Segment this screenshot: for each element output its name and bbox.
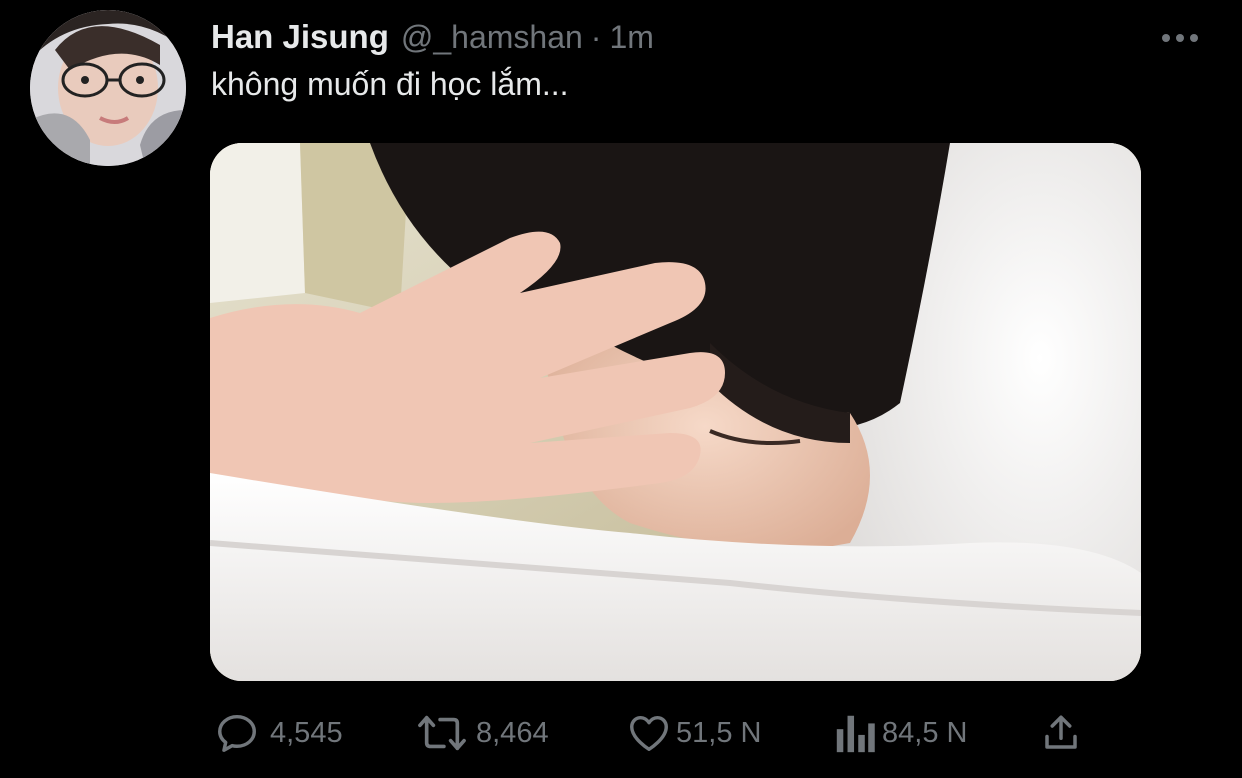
tweet-photo[interactable]: [210, 143, 1141, 681]
tweet: Han Jisung @_hamshan · 1m không muốn đi …: [0, 0, 1242, 778]
avatar-image: [30, 10, 186, 166]
tweet-text: không muốn đi học lắm...: [211, 66, 569, 102]
retweet-button[interactable]: 8,464: [414, 708, 549, 758]
reply-button[interactable]: 4,545: [214, 708, 343, 758]
heart-icon: [626, 710, 672, 756]
views-count: 84,5 N: [882, 716, 968, 749]
reply-icon: [214, 710, 260, 756]
tweet-actions: 4,545 8,464 51,5 N 84,5 N: [0, 708, 1242, 758]
timestamp[interactable]: 1m: [609, 19, 653, 56]
user-handle[interactable]: @_hamshan: [401, 19, 583, 56]
like-count: 51,5 N: [676, 716, 762, 749]
share-icon: [1040, 710, 1082, 756]
more-horizontal-icon: [1162, 34, 1198, 42]
views-icon: [834, 710, 876, 756]
like-button[interactable]: 51,5 N: [626, 708, 761, 758]
reply-count: 4,545: [270, 716, 343, 749]
separator-dot: ·: [590, 19, 602, 55]
photo-image: [210, 143, 1141, 681]
avatar[interactable]: [30, 10, 186, 166]
retweet-icon: [414, 710, 470, 756]
views-button[interactable]: 84,5 N: [834, 708, 967, 758]
share-button[interactable]: [1040, 708, 1082, 758]
retweet-count: 8,464: [476, 716, 549, 749]
more-options-button[interactable]: [1158, 24, 1202, 52]
tweet-header: Han Jisung @_hamshan · 1m: [211, 18, 654, 58]
display-name[interactable]: Han Jisung: [211, 18, 389, 56]
